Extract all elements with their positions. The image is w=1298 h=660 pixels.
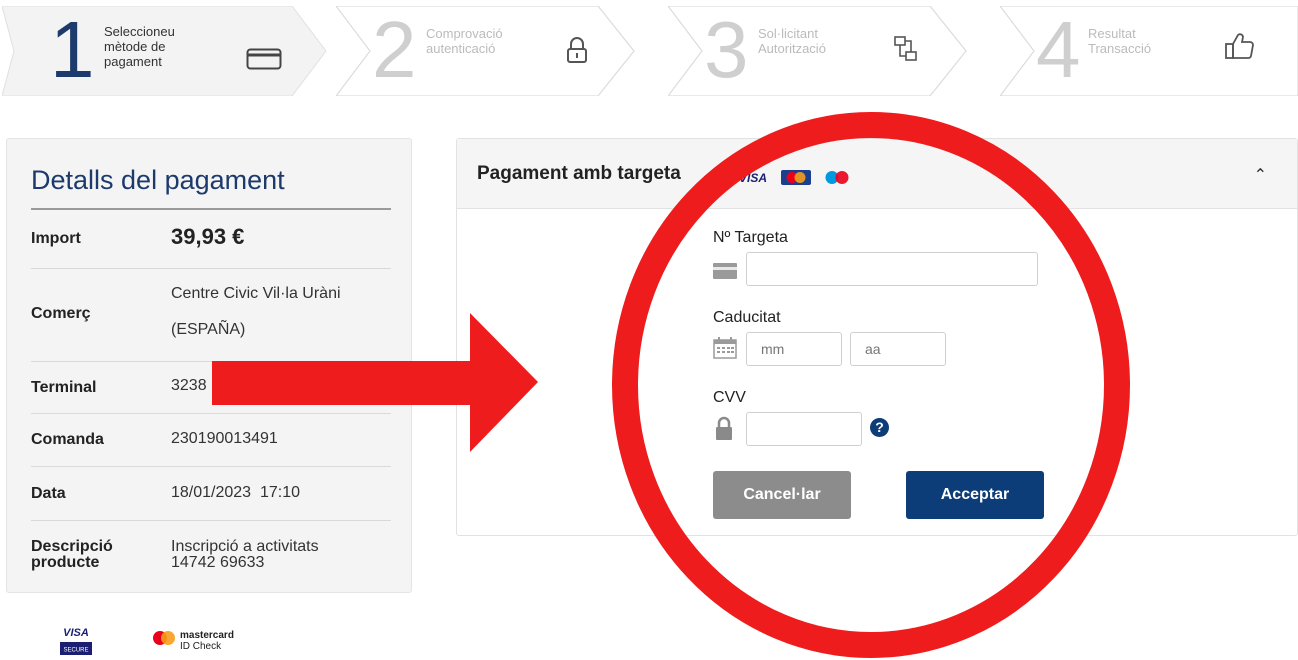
detail-row-import: Import 39,93 € xyxy=(31,210,391,269)
svg-text:mastercard: mastercard xyxy=(180,630,234,641)
card-number-input[interactable] xyxy=(746,252,1038,286)
visa-secure-logo: VISA SECURE xyxy=(60,627,92,655)
date-value: 18/01/2023 17:10 xyxy=(171,484,301,501)
date-label: Data xyxy=(31,485,66,502)
merchant-label: Comerç xyxy=(31,305,91,322)
detail-row-order: Comanda 230190013491 xyxy=(31,414,391,467)
detail-row-merchant: Comerç Centre Civic Vil·la Uràni (ESPAÑA… xyxy=(31,269,391,362)
terminal-value: 3238 xyxy=(171,377,207,394)
order-label: Comanda xyxy=(31,431,104,448)
merchant-name: Centre Civic Vil·la Uràni xyxy=(171,285,341,302)
step-number: 1 xyxy=(50,5,95,94)
details-title: Detalls del pagament xyxy=(31,165,285,195)
description-label: Descripció producte xyxy=(31,538,113,571)
cancel-button[interactable]: Cancel·lar xyxy=(713,471,851,519)
visa-logo: VISA xyxy=(739,171,767,185)
description-value: Inscripció a activitats 14742 69633 xyxy=(171,538,319,571)
import-value: 39,93 € xyxy=(171,224,245,249)
step-label: Resultat Transacció xyxy=(1088,26,1152,56)
card-number-label: Nº Targeta xyxy=(713,229,788,246)
accept-button[interactable]: Acceptar xyxy=(906,471,1044,519)
step-label: Seleccioneu mètode de pagament xyxy=(104,24,175,69)
cvv-lock-icon xyxy=(716,416,732,440)
card-payment-header[interactable]: Pagament amb targeta VISA ⌃ xyxy=(457,139,1297,209)
detail-row-terminal: Terminal 3238 xyxy=(31,362,391,414)
import-label: Import xyxy=(31,230,81,247)
payment-page: 1 Seleccioneu mètode de pagament 2 Compr… xyxy=(0,0,1298,660)
credit-card-icon xyxy=(246,48,282,70)
network-icon xyxy=(894,36,917,61)
payment-stepper: 1 Seleccioneu mètode de pagament 2 Compr… xyxy=(0,0,1298,100)
cvv-label: CVV xyxy=(713,389,746,406)
step-label: Sol·licitant Autorització xyxy=(758,26,826,56)
terminal-label: Terminal xyxy=(31,379,97,396)
card-number-icon xyxy=(713,263,737,279)
card-payment-panel: Pagament amb targeta VISA ⌃ Nº Targeta C… xyxy=(456,138,1298,536)
svg-text:ID Check: ID Check xyxy=(180,641,222,652)
card-payment-title: Pagament amb targeta xyxy=(477,163,681,184)
svg-text:SECURE: SECURE xyxy=(63,648,88,654)
svg-text:VISA: VISA xyxy=(63,627,89,639)
step-number: 2 xyxy=(372,5,417,94)
step-label: Comprovació autenticació xyxy=(426,26,503,56)
step-3: 3 Sol·licitant Autorització xyxy=(668,6,998,96)
expiry-month-input[interactable] xyxy=(746,332,842,366)
thumbs-up-icon xyxy=(1225,33,1254,59)
merchant-country: (ESPAÑA) xyxy=(171,321,246,338)
lock-icon xyxy=(567,37,587,63)
step-1: 1 Seleccioneu mètode de pagament xyxy=(2,6,332,96)
detail-row-date: Data 18/01/2023 17:10 xyxy=(31,467,391,521)
calendar-icon xyxy=(713,337,737,359)
card-brand-logos: VISA xyxy=(739,170,849,185)
cvv-input[interactable] xyxy=(746,412,862,446)
expiry-label: Caducitat xyxy=(713,309,781,326)
expiry-year-input[interactable] xyxy=(850,332,946,366)
collapse-chevron-up-icon[interactable]: ⌃ xyxy=(1254,165,1267,185)
step-number: 3 xyxy=(704,5,749,94)
mastercard-id-check-logo: mastercard ID Check xyxy=(153,630,234,652)
order-value: 230190013491 xyxy=(171,430,278,447)
payment-details-panel: Detalls del pagament Import 39,93 € Come… xyxy=(6,138,412,593)
step-number: 4 xyxy=(1036,5,1081,94)
step-4: 4 Resultat Transacció xyxy=(1000,6,1298,96)
detail-row-description: Descripció producte Inscripció a activit… xyxy=(31,521,391,581)
step-2: 2 Comprovació autenticació xyxy=(336,6,666,96)
cvv-help-icon[interactable]: ? xyxy=(870,418,889,437)
